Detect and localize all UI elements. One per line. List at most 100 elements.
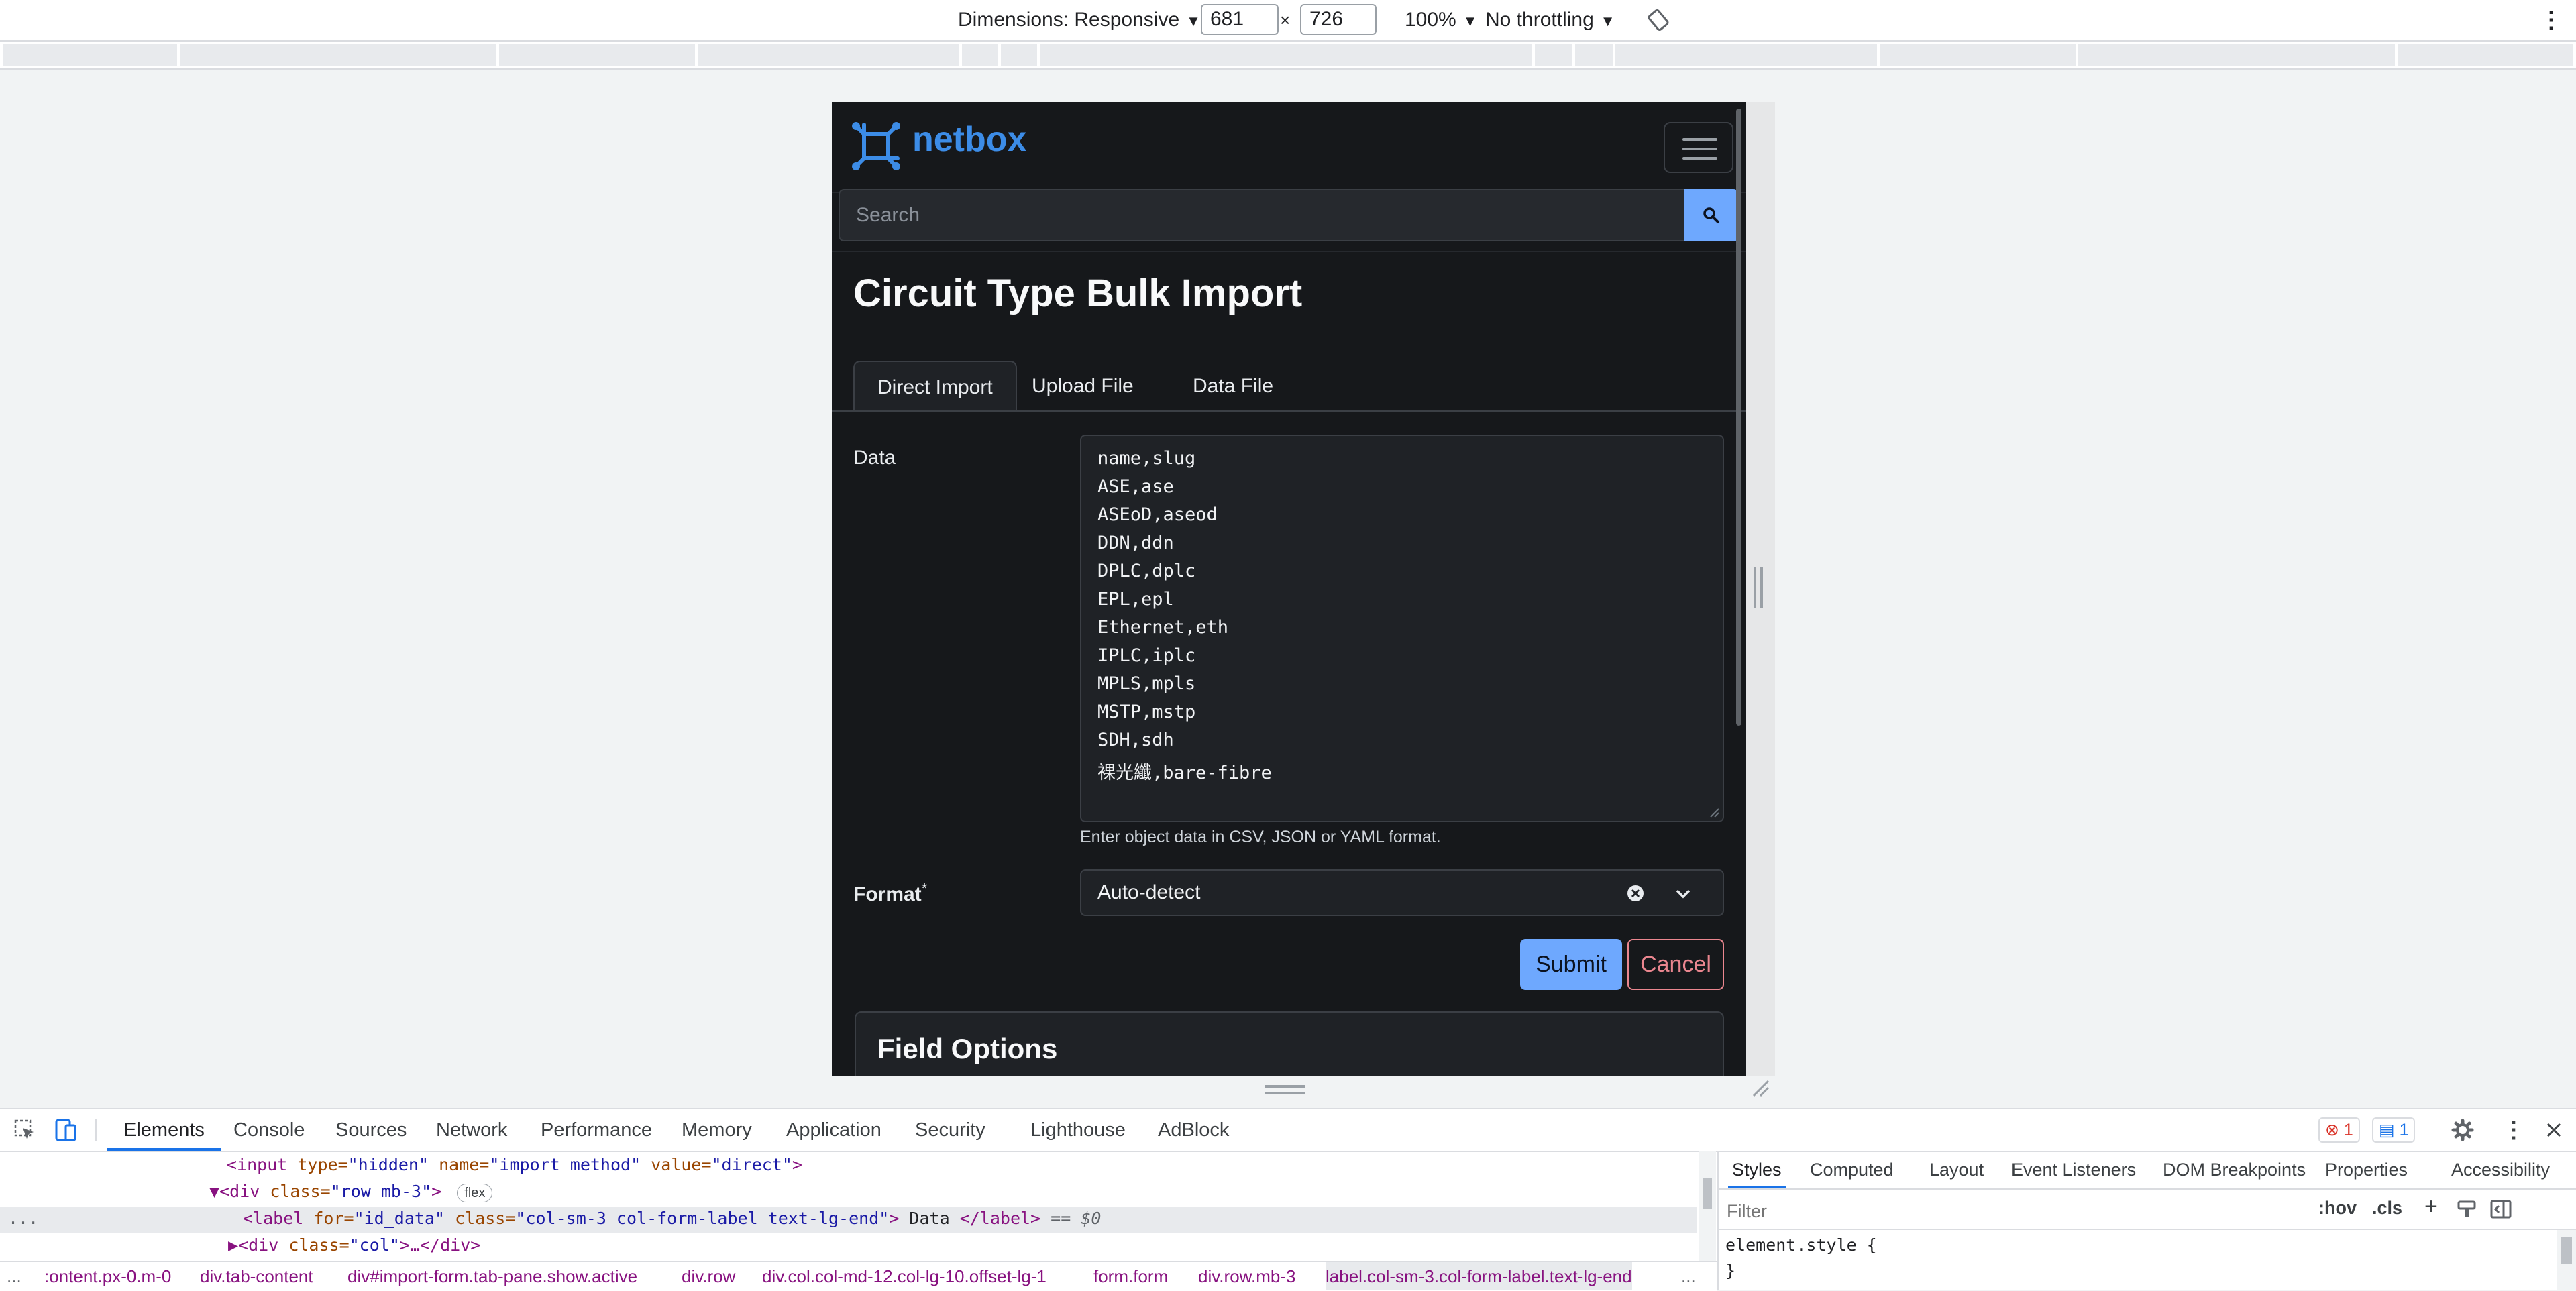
styles-tab-computed[interactable]: Computed: [1810, 1151, 1894, 1188]
data-textarea[interactable]: name,slug ASE,ase ASEoD,aseod DDN,ddn DP…: [1080, 435, 1724, 822]
dom-line-label[interactable]: <label for="id_data" class="col-sm-3 col…: [243, 1209, 1101, 1228]
paint-brush-icon[interactable]: [2457, 1199, 2477, 1219]
styles-scrollbar[interactable]: [2557, 1230, 2576, 1290]
zoom-dropdown[interactable]: 100% ▼: [1405, 0, 1478, 40]
dom-line-input[interactable]: <input type="hidden" name="import_method…: [227, 1155, 802, 1174]
breadcrumb-item[interactable]: div.row.mb-3: [1198, 1262, 1295, 1290]
breadcrumb-item[interactable]: :ontent.px-0.m-0: [44, 1262, 171, 1290]
netbox-logo-icon[interactable]: [849, 119, 903, 173]
devtools-tab-performance[interactable]: Performance: [541, 1109, 652, 1151]
breadcrumb-item[interactable]: div.tab-content: [200, 1262, 313, 1290]
device-toggle-icon[interactable]: [54, 1117, 78, 1143]
format-select[interactable]: Auto-detect: [1080, 869, 1724, 916]
styles-tab-event-listeners[interactable]: Event Listeners: [2011, 1151, 2136, 1188]
styles-pane: Styles Computed Layout Event Listeners D…: [1717, 1151, 2576, 1290]
styles-tab-properties[interactable]: Properties: [2325, 1151, 2408, 1188]
breadcrumb-scroll-right[interactable]: ...: [1681, 1262, 1696, 1290]
devtools-tab-sources[interactable]: Sources: [335, 1109, 407, 1151]
devtools-tab-network[interactable]: Network: [436, 1109, 507, 1151]
dom-line-div-row[interactable]: ▼<div class="row mb-3"> flex: [209, 1182, 493, 1202]
tab-upload-file[interactable]: Upload File: [1009, 361, 1157, 412]
settings-gear-icon[interactable]: [2451, 1119, 2474, 1141]
styles-tab-accessibility[interactable]: Accessibility: [2451, 1151, 2550, 1188]
message-icon: ▤: [2379, 1121, 2395, 1139]
data-line: MPLS,mpls: [1097, 673, 1196, 694]
textarea-resize-icon[interactable]: [1708, 806, 1720, 818]
devtools-tab-adblock[interactable]: AdBlock: [1158, 1109, 1229, 1151]
devtools-more-icon[interactable]: ⋮: [2502, 1109, 2525, 1151]
rotate-icon[interactable]: [1646, 8, 1670, 32]
navbar-toggle-button[interactable]: [1664, 122, 1733, 173]
breadcrumb-item[interactable]: div.col.col-md-12.col-lg-10.offset-lg-1: [762, 1262, 1046, 1290]
dom-line-div-col[interactable]: ▶<div class="col">…</div>: [228, 1235, 480, 1255]
dom-row-menu-icon[interactable]: ...: [8, 1209, 38, 1228]
emulated-viewport: netbox Circuit Type Bulk Import Direct I…: [832, 102, 1746, 1076]
device-toolbar: Dimensions: Responsive ▼ × 100% ▼ No throt…: [0, 0, 2576, 42]
format-label: Format*: [853, 880, 927, 906]
breadcrumb-scroll-left[interactable]: ...: [7, 1262, 21, 1290]
data-line: DDN,ddn: [1097, 532, 1174, 553]
data-line: ASE,ase: [1097, 476, 1174, 497]
inspect-element-icon[interactable]: [13, 1119, 36, 1141]
netbox-logo-text[interactable]: netbox: [912, 119, 1026, 160]
dimensions-label: Dimensions: Responsive: [958, 9, 1180, 31]
page-title: Circuit Type Bulk Import: [853, 272, 1303, 315]
devtools-tab-console[interactable]: Console: [233, 1109, 305, 1151]
throttling-label: No throttling: [1485, 9, 1594, 31]
styles-tab-styles[interactable]: Styles: [1732, 1151, 1782, 1188]
resize-handle-right[interactable]: [1754, 567, 1756, 608]
breadcrumb-item[interactable]: form.form: [1093, 1262, 1168, 1290]
chevron-down-icon: ▼: [1600, 13, 1615, 30]
elements-scrollbar[interactable]: [1699, 1151, 1716, 1261]
breadcrumb-item[interactable]: div.row: [682, 1262, 735, 1290]
cancel-button[interactable]: Cancel: [1627, 939, 1724, 990]
breadcrumb-item[interactable]: div#import-form.tab-pane.show.active: [347, 1262, 637, 1290]
error-count-badge[interactable]: ⊗ 1: [2318, 1117, 2360, 1143]
tabs-divider: [832, 410, 1746, 412]
data-line: EPL,epl: [1097, 589, 1174, 610]
devtools-tab-lighthouse[interactable]: Lighthouse: [1030, 1109, 1126, 1151]
devtools-tab-application[interactable]: Application: [786, 1109, 881, 1151]
close-icon[interactable]: [2544, 1120, 2564, 1140]
styles-tab-dom-breakpoints[interactable]: DOM Breakpoints: [2163, 1151, 2306, 1188]
dimensions-dropdown[interactable]: Dimensions: Responsive ▼: [958, 0, 1201, 40]
media-query-ruler[interactable]: [0, 42, 2576, 70]
class-toggle[interactable]: .cls: [2372, 1198, 2402, 1219]
element-style-rule[interactable]: element.style {: [1725, 1235, 1877, 1255]
submit-button[interactable]: Submit: [1520, 939, 1622, 990]
devtools-panel: Elements Console Sources Network Perform…: [0, 1108, 2576, 1291]
data-help-text: Enter object data in CSV, JSON or YAML f…: [1080, 828, 1441, 846]
search-icon: [1703, 207, 1719, 223]
viewport-resize-gutter: [1746, 102, 1775, 1076]
styles-tab-layout[interactable]: Layout: [1929, 1151, 1984, 1188]
resize-handle-bottom[interactable]: [1265, 1085, 1305, 1088]
viewport-width-input[interactable]: [1201, 4, 1279, 35]
flex-badge[interactable]: flex: [457, 1184, 493, 1202]
new-rule-button[interactable]: +: [2424, 1194, 2438, 1220]
breadcrumb-item-current[interactable]: label.col-sm-3.col-form-label.text-lg-en…: [1326, 1262, 1632, 1290]
message-count-badge[interactable]: ▤ 1: [2372, 1117, 2416, 1143]
search-input[interactable]: [839, 189, 1686, 241]
message-count: 1: [2399, 1121, 2409, 1139]
sidebar-toggle-icon[interactable]: [2490, 1199, 2512, 1219]
resize-corner-icon[interactable]: [1751, 1078, 1770, 1097]
error-count: 1: [2343, 1121, 2353, 1139]
devtools-tab-security[interactable]: Security: [915, 1109, 985, 1151]
chevron-down-icon[interactable]: [1674, 887, 1692, 901]
more-options-icon[interactable]: ⋮: [2540, 0, 2563, 40]
tab-direct-import[interactable]: Direct Import: [853, 361, 1017, 412]
chevron-down-icon: ▼: [1462, 13, 1478, 30]
devtools-tab-memory[interactable]: Memory: [682, 1109, 752, 1151]
clear-icon[interactable]: [1626, 884, 1645, 903]
viewport-height-input[interactable]: [1300, 4, 1377, 35]
throttling-dropdown[interactable]: No throttling ▼: [1485, 0, 1615, 40]
search-button[interactable]: [1684, 189, 1739, 241]
tab-data-file[interactable]: Data File: [1170, 361, 1296, 412]
viewport-scrollbar[interactable]: [1736, 109, 1741, 726]
devtools-tab-elements[interactable]: Elements: [123, 1109, 205, 1151]
hover-state-toggle[interactable]: :hov: [2318, 1198, 2357, 1219]
breadcrumb: ... :ontent.px-0.m-0 div.tab-content div…: [0, 1261, 1717, 1291]
devtools-tab-underline: [107, 1148, 221, 1151]
error-icon: ⊗: [2325, 1121, 2339, 1139]
data-line: IPLC,iplc: [1097, 645, 1196, 666]
